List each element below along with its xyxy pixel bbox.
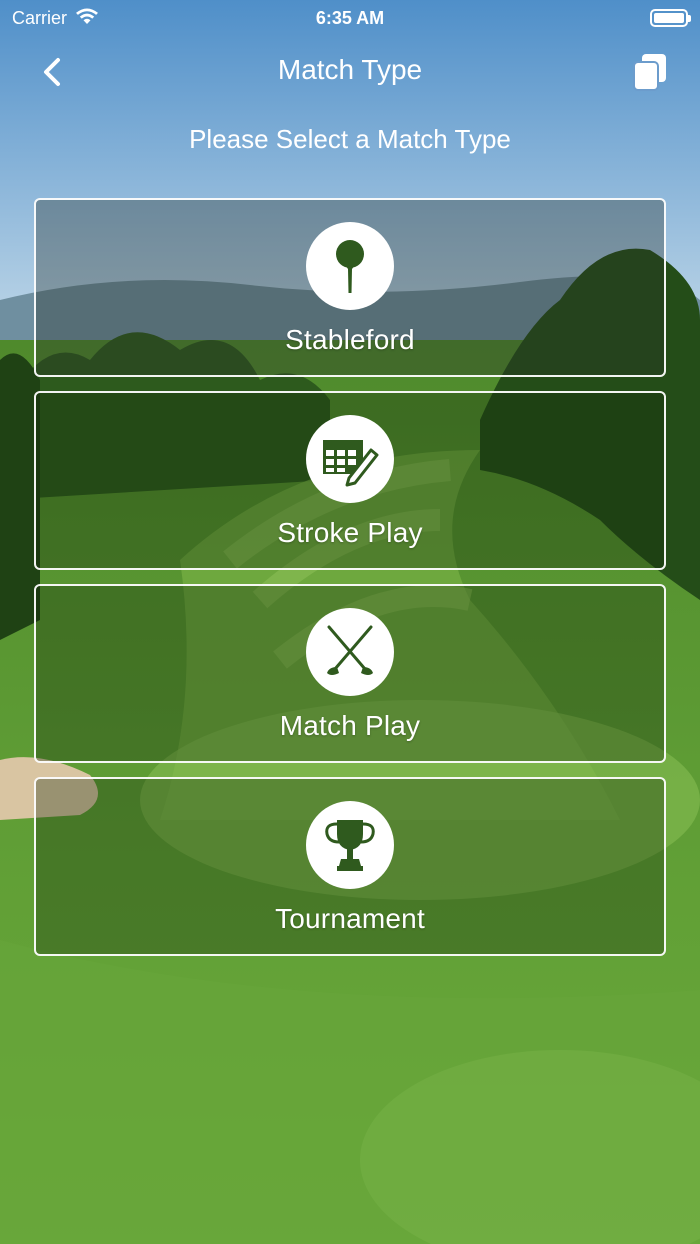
carrier-label: Carrier <box>12 7 68 28</box>
wifi-icon <box>75 7 99 30</box>
match-type-label: Stroke Play <box>277 517 423 548</box>
copy-button[interactable] <box>628 50 672 94</box>
nav-bar: Match Type <box>0 40 700 102</box>
scorecard-icon <box>306 415 394 503</box>
page-title: Match Type <box>277 54 423 85</box>
match-type-tournament[interactable]: Tournament <box>34 777 666 956</box>
status-left: Carrier <box>12 7 99 30</box>
match-type-stableford[interactable]: Stableford <box>34 198 666 377</box>
crossed-clubs-icon <box>306 608 394 696</box>
golf-tee-icon <box>306 222 394 310</box>
match-type-stroke-play[interactable]: Stroke Play <box>34 391 666 570</box>
trophy-icon <box>306 801 394 889</box>
match-type-label: Tournament <box>275 903 425 934</box>
subtitle: Please Select a Match Type <box>189 124 511 154</box>
status-bar: Carrier 6:35 AM <box>0 0 700 36</box>
match-type-match-play[interactable]: Match Play <box>34 584 666 763</box>
match-type-label: Stableford <box>285 324 415 355</box>
match-type-list: Stableford Stroke Play Match Play Tourna… <box>34 198 666 970</box>
match-type-label: Match Play <box>279 710 421 741</box>
status-time: 6:35 AM <box>315 7 385 28</box>
copy-icon <box>628 54 672 98</box>
battery-icon <box>650 9 691 27</box>
